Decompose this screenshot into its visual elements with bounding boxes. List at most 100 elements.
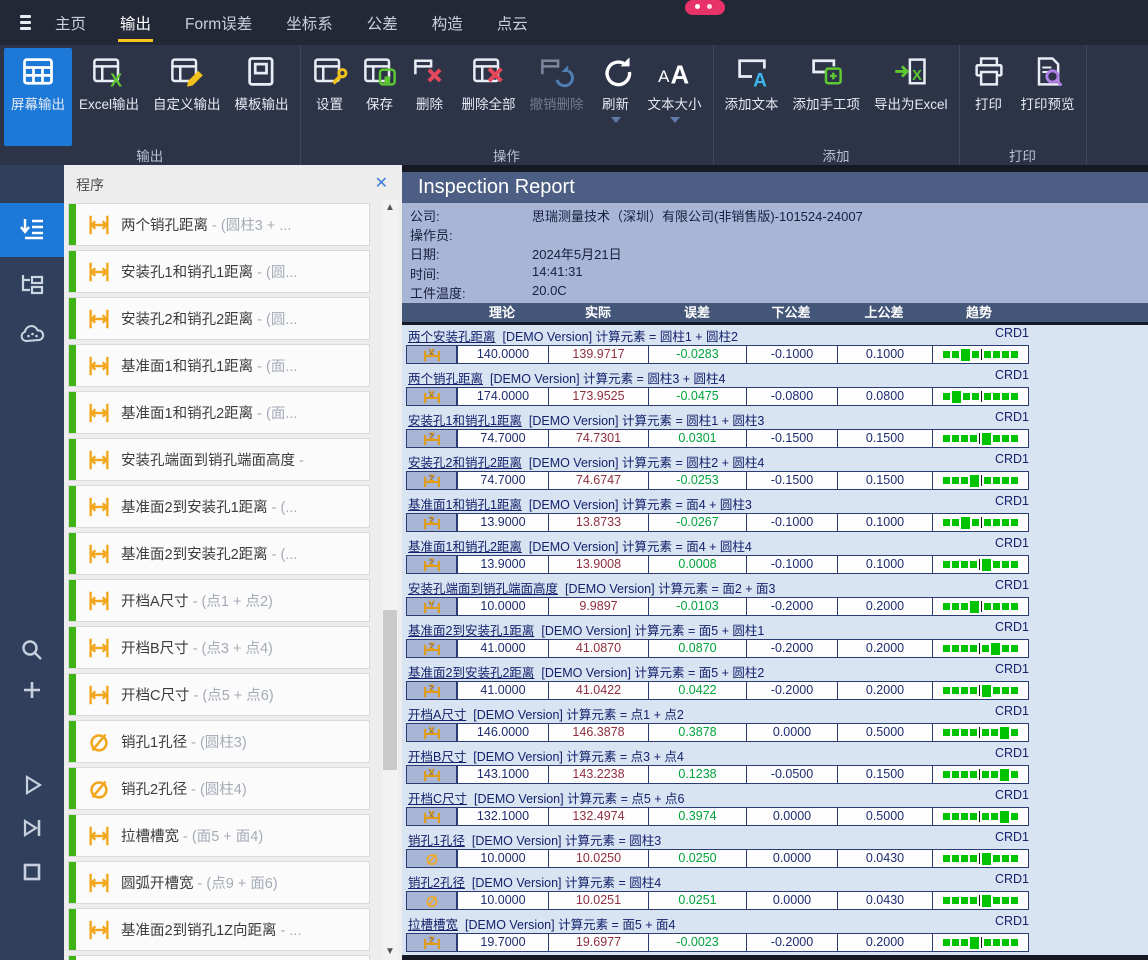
report-rows: 两个安装孔距离 [DEMO Version] 计算元素 = 圆柱1 + 圆柱2 … xyxy=(402,325,1148,955)
rail-button-plus[interactable] xyxy=(0,668,64,712)
refresh-icon xyxy=(598,54,634,90)
program-item[interactable]: 开档A尺寸 - (点1 + 点2) xyxy=(68,579,370,622)
rail-button-cloud[interactable] xyxy=(0,313,64,357)
report-info-row: 操作员: xyxy=(402,225,1148,244)
ribbon-button-save[interactable]: 保存 xyxy=(355,48,405,142)
menu-tab-Form误差[interactable]: Form误差 xyxy=(183,0,254,46)
calc-elements: 计算元素 = 面4 + 圆柱3 xyxy=(622,498,752,512)
rail-button-output-list[interactable] xyxy=(0,203,64,257)
rail-button-tree[interactable] xyxy=(0,263,64,307)
dimension-name[interactable]: 开档A尺寸 xyxy=(408,708,466,722)
program-item[interactable]: 拉槽槽宽 - (面5 + 面4) xyxy=(68,814,370,857)
program-item[interactable]: 安装孔2和销孔2距离 - (圆... xyxy=(68,297,370,340)
ribbon-button-custom-output[interactable]: 自定义输出 xyxy=(146,48,228,142)
report-row: 基准面2到安装孔1距离 [DEMO Version] 计算元素 = 面5 + 圆… xyxy=(402,619,1148,661)
column-header-1: 理论 xyxy=(489,303,515,322)
program-item[interactable]: 基准面1和销孔1距离 - (面... xyxy=(68,344,370,387)
menu-tab-主页[interactable]: 主页 xyxy=(53,0,88,46)
program-item[interactable]: 圆弧开槽宽 - (点9 + 面6) xyxy=(68,861,370,904)
ribbon-button-settings[interactable]: 设置 xyxy=(305,48,355,142)
distance-icon xyxy=(86,400,112,426)
program-item[interactable]: 基准面2到销孔2Z向距离 - ... xyxy=(68,955,370,960)
program-scrollbar[interactable]: ▲ ▼ xyxy=(382,200,398,960)
program-item[interactable]: 开档C尺寸 - (点5 + 点6) xyxy=(68,673,370,716)
info-value: 14:41:31 xyxy=(532,264,583,279)
error-value: 0.0250 xyxy=(648,849,747,868)
menu-tab-输出[interactable]: 输出 xyxy=(118,0,153,46)
status-bar xyxy=(69,392,76,433)
dimension-name[interactable]: 销孔1孔径 xyxy=(408,834,465,848)
error-value: 0.3878 xyxy=(648,723,747,742)
rail-button-stop[interactable] xyxy=(0,850,64,894)
program-item[interactable]: 基准面2到销孔1Z向距离 - ... xyxy=(68,908,370,951)
menu-tab-坐标系[interactable]: 坐标系 xyxy=(284,0,335,46)
app-menu-icon[interactable] xyxy=(20,15,31,30)
left-rail xyxy=(0,165,64,960)
ribbon-button-add-manual-item[interactable]: 添加手工项 xyxy=(786,48,868,142)
chevron-down-icon[interactable] xyxy=(670,117,680,123)
demo-tag: [DEMO Version] xyxy=(565,582,655,596)
report-info: 公司:思瑞测量技术（深圳）有限公司(非销售版)-101524-24007操作员:… xyxy=(402,203,1148,303)
dimension-name[interactable]: 安装孔2和销孔2距离 xyxy=(408,456,522,470)
program-item[interactable]: 销孔1孔径 - (圆柱3) xyxy=(68,720,370,763)
trend-bar xyxy=(932,387,1029,406)
scroll-up-icon[interactable]: ▲ xyxy=(382,200,398,216)
report-row: 基准面2到安装孔2距离 [DEMO Version] 计算元素 = 面5 + 圆… xyxy=(402,661,1148,703)
program-item[interactable]: 开档B尺寸 - (点3 + 点4) xyxy=(68,626,370,669)
program-item[interactable]: 基准面1和销孔2距离 - (面... xyxy=(68,391,370,434)
demo-tag: [DEMO Version] xyxy=(541,624,631,638)
ribbon-button-export-excel[interactable]: X导出为Excel xyxy=(867,48,955,142)
dimension-name[interactable]: 基准面1和销孔1距离 xyxy=(408,498,522,512)
rail-button-play[interactable] xyxy=(0,763,64,807)
demo-tag: [DEMO Version] xyxy=(529,456,619,470)
delete-all-icon xyxy=(471,54,507,90)
actual-value: 13.9008 xyxy=(548,555,649,574)
ribbon-button-refresh[interactable]: 刷新 xyxy=(591,48,641,142)
program-item[interactable]: 安装孔1和销孔1距离 - (圆... xyxy=(68,250,370,293)
rail-button-play-to-end[interactable] xyxy=(0,806,64,850)
dimension-name[interactable]: 安装孔端面到销孔端面高度 xyxy=(408,582,558,596)
ribbon-button-excel-output[interactable]: XExcel输出 xyxy=(72,48,146,142)
coordinate-ref: CRD1 xyxy=(957,620,1029,634)
close-icon[interactable]: ✕ xyxy=(375,173,388,193)
upper-tolerance: 0.2000 xyxy=(837,933,933,952)
ribbon-button-add-text[interactable]: A添加文本 xyxy=(718,48,786,142)
dimension-name[interactable]: 基准面1和销孔2距离 xyxy=(408,540,522,554)
menu-tab-构造[interactable]: 构造 xyxy=(430,0,465,46)
dimension-name[interactable]: 拉槽槽宽 xyxy=(408,918,458,932)
program-item[interactable]: 基准面2到安装孔2距离 - (... xyxy=(68,532,370,575)
dimension-name[interactable]: 销孔2孔径 xyxy=(408,876,465,890)
distance-icon xyxy=(86,541,112,567)
scroll-down-icon[interactable]: ▼ xyxy=(382,944,398,960)
actual-value: 10.0250 xyxy=(548,849,649,868)
menu-tab-点云[interactable]: 点云 xyxy=(495,0,530,46)
dimension-name[interactable]: 基准面2到安装孔2距离 xyxy=(408,666,534,680)
dimension-name[interactable]: 安装孔1和销孔1距离 xyxy=(408,414,522,428)
info-value: 思瑞测量技术（深圳）有限公司(非销售版)-101524-24007 xyxy=(532,206,863,225)
dimension-name[interactable]: 基准面2到安装孔1距离 xyxy=(408,624,534,638)
menu-tab-公差[interactable]: 公差 xyxy=(365,0,400,46)
demo-tag: [DEMO Version] xyxy=(472,834,562,848)
ribbon-button-print[interactable]: 打印 xyxy=(964,48,1014,142)
program-item[interactable]: 基准面2到安装孔1距离 - (... xyxy=(68,485,370,528)
ribbon-button-template-output[interactable]: 模板输出 xyxy=(228,48,296,142)
actual-value: 19.6977 xyxy=(548,933,649,952)
dimension-name[interactable]: 开档B尺寸 xyxy=(408,750,466,764)
ribbon-button-delete[interactable]: 删除 xyxy=(405,48,455,142)
program-item[interactable]: 安装孔端面到销孔端面高度 - xyxy=(68,438,370,481)
recording-badge-icon xyxy=(685,0,725,15)
ribbon-button-print-preview[interactable]: 打印预览 xyxy=(1014,48,1082,142)
scroll-thumb[interactable] xyxy=(383,610,397,770)
dimension-name[interactable]: 两个销孔距离 xyxy=(408,372,483,386)
dimension-name[interactable]: 两个安装孔距离 xyxy=(408,330,496,344)
ribbon-button-text-size[interactable]: AA文本大小 xyxy=(641,48,709,142)
chevron-down-icon[interactable] xyxy=(611,117,621,123)
rail-button-search[interactable] xyxy=(0,628,64,672)
ribbon-button-screen-output[interactable]: 屏幕输出 xyxy=(4,48,72,146)
dimension-name[interactable]: 开档C尺寸 xyxy=(408,792,467,806)
ribbon-button-delete-all[interactable]: 删除全部 xyxy=(455,48,523,142)
distance-icon xyxy=(422,602,442,614)
program-item[interactable]: 销孔2孔径 - (圆柱4) xyxy=(68,767,370,810)
program-item[interactable]: 两个销孔距离 - (圆柱3 + ... xyxy=(68,203,370,246)
svg-text:A: A xyxy=(670,61,689,89)
